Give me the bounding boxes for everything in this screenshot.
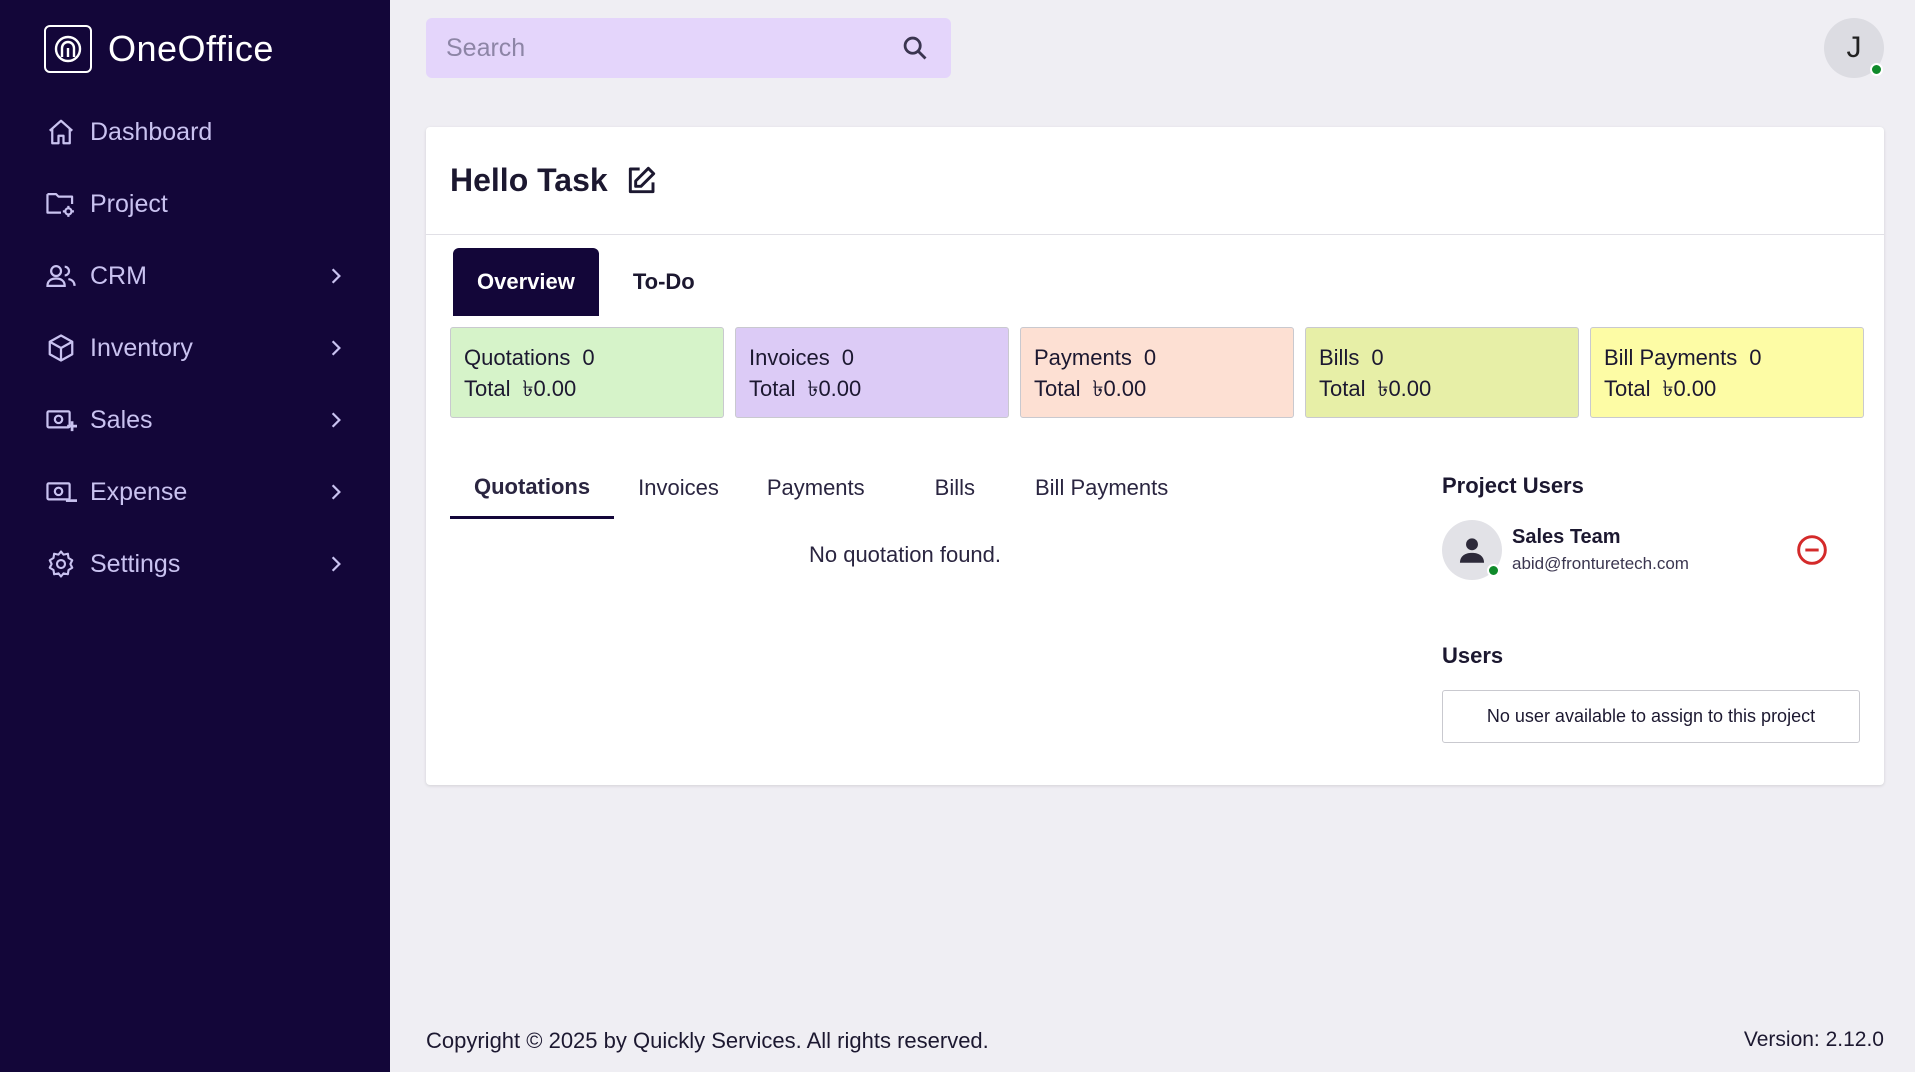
folder-gear-icon bbox=[44, 187, 78, 221]
brand[interactable]: OneOffice bbox=[44, 24, 274, 73]
chevron-right-icon bbox=[326, 482, 346, 502]
search-bar bbox=[426, 18, 951, 78]
sidebar-item-inventory[interactable]: Inventory bbox=[0, 312, 390, 384]
stat-total: ৳0.00 bbox=[1092, 376, 1147, 401]
empty-state: No quotation found. bbox=[808, 542, 1002, 567]
stat-count: 0 bbox=[1143, 345, 1157, 370]
online-status-icon bbox=[1870, 63, 1883, 76]
stat-total-label: Total bbox=[1604, 376, 1651, 401]
sidebar-item-label: Settings bbox=[90, 549, 181, 578]
project-users-title: Project Users bbox=[1442, 473, 1584, 498]
sidebar-item-label: Sales bbox=[90, 405, 153, 434]
project-user-email: abid@fronturetech.com bbox=[1512, 554, 1689, 573]
stat-label: Payments bbox=[1034, 345, 1132, 370]
stat-total: ৳0.00 bbox=[807, 376, 862, 401]
sidebar-nav: Dashboard Project CRM Inventory Sales Ex… bbox=[0, 96, 390, 600]
avatar-initial: J bbox=[1846, 31, 1862, 64]
stat-label: Bill Payments bbox=[1604, 345, 1738, 370]
stat-count: 0 bbox=[1749, 345, 1762, 370]
stat-count: 0 bbox=[841, 345, 854, 370]
tab-overview[interactable]: Overview bbox=[453, 248, 599, 316]
home-icon bbox=[44, 115, 78, 149]
stat-card-bills[interactable]: Bills 0 Total ৳0.00 bbox=[1305, 327, 1579, 418]
cash-plus-icon bbox=[44, 403, 78, 437]
stat-count: 0 bbox=[582, 345, 595, 370]
project-header: Hello Task bbox=[426, 127, 1884, 235]
sidebar-item-label: CRM bbox=[90, 261, 147, 290]
search-icon[interactable] bbox=[899, 32, 931, 64]
stats-row: Quotations 0 Total ৳0.00 Invoices 0 Total ৳0… bbox=[450, 327, 1864, 418]
stat-card-invoices[interactable]: Invoices 0 Total ৳0.00 bbox=[735, 327, 1009, 418]
stat-card-bill-payments[interactable]: Bill Payments 0 Total ৳0.00 bbox=[1590, 327, 1864, 418]
sidebar-item-project[interactable]: Project bbox=[0, 168, 390, 240]
sidebar-item-sales[interactable]: Sales bbox=[0, 384, 390, 456]
stat-count: 0 bbox=[1371, 345, 1384, 370]
chevron-right-icon bbox=[326, 554, 346, 574]
search-input[interactable] bbox=[446, 33, 899, 63]
stat-label: Quotations bbox=[464, 345, 571, 370]
remove-user-icon[interactable] bbox=[1795, 533, 1829, 567]
box-icon bbox=[44, 331, 78, 365]
sidebar-item-label: Project bbox=[90, 189, 168, 218]
stat-total: ৳0.00 bbox=[522, 376, 577, 401]
sidebar-item-label: Inventory bbox=[90, 333, 193, 362]
sidebar: OneOffice Dashboard Project CRM Inventor… bbox=[0, 0, 390, 1072]
online-status-icon bbox=[1487, 564, 1500, 577]
sidebar-item-settings[interactable]: Settings bbox=[0, 528, 390, 600]
footer-copyright: Copyright © 2025 by Quickly Services. Al… bbox=[426, 1028, 989, 1053]
logo-icon bbox=[44, 24, 92, 73]
stat-total-label: Total bbox=[749, 376, 796, 401]
chevron-right-icon bbox=[326, 410, 346, 430]
sidebar-item-crm[interactable]: CRM bbox=[0, 240, 390, 312]
tab-todo[interactable]: To-Do bbox=[609, 248, 719, 316]
stat-card-quotations[interactable]: Quotations 0 Total ৳0.00 bbox=[450, 327, 724, 418]
gear-icon bbox=[44, 547, 78, 581]
sidebar-item-dashboard[interactable]: Dashboard bbox=[0, 96, 390, 168]
tab-quotations[interactable]: Quotations bbox=[450, 457, 615, 519]
tab-bills[interactable]: Bills bbox=[889, 457, 1011, 519]
sidebar-item-label: Expense bbox=[90, 477, 188, 506]
cash-minus-icon bbox=[44, 475, 78, 509]
stat-label: Bills bbox=[1319, 345, 1360, 370]
stat-card-payments[interactable]: Payments 0 Total ৳0.00 bbox=[1020, 327, 1294, 418]
chevron-right-icon bbox=[326, 338, 346, 358]
tab-bill-payments[interactable]: Bill Payments bbox=[1011, 457, 1192, 519]
user-avatar[interactable]: J bbox=[1824, 18, 1884, 78]
stat-total: ৳0.00 bbox=[1662, 376, 1717, 401]
stat-total-label: Total bbox=[1319, 376, 1366, 401]
tab-payments[interactable]: Payments bbox=[743, 457, 889, 519]
stat-total-label: Total bbox=[464, 376, 511, 401]
edit-icon[interactable] bbox=[624, 164, 658, 198]
app-name: OneOffice bbox=[108, 27, 274, 69]
tab-invoices[interactable]: Invoices bbox=[614, 457, 743, 519]
project-user-name: Sales Team bbox=[1512, 526, 1621, 548]
users-empty-box: No user available to assign to this proj… bbox=[1442, 690, 1860, 743]
sidebar-item-expense[interactable]: Expense bbox=[0, 456, 390, 528]
footer-version: Version: 2.12.0 bbox=[1743, 1028, 1884, 1051]
sidebar-item-label: Dashboard bbox=[90, 117, 213, 146]
project-tabs: Overview To-Do bbox=[453, 248, 719, 316]
chevron-right-icon bbox=[326, 266, 346, 286]
project-card: Hello Task Overview To-Do Quotations 0 To… bbox=[426, 127, 1884, 785]
stat-total-label: Total bbox=[1034, 376, 1081, 401]
users-icon bbox=[44, 259, 78, 293]
users-title: Users bbox=[1442, 643, 1504, 668]
stat-total: ৳0.00 bbox=[1377, 376, 1432, 401]
document-tabs: Quotations Invoices Payments Bills Bill … bbox=[450, 457, 1192, 519]
stat-label: Invoices bbox=[749, 345, 830, 370]
project-title: Hello Task bbox=[450, 162, 608, 198]
